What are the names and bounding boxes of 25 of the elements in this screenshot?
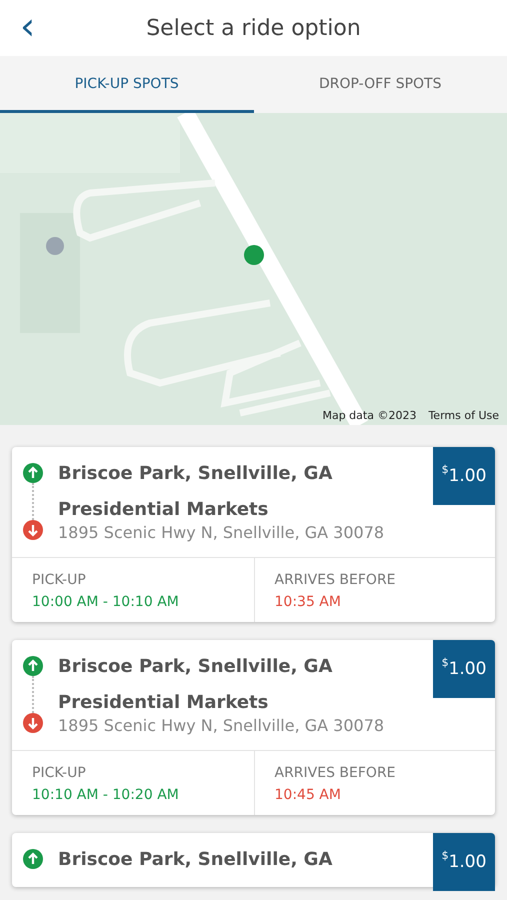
arrival-time: 10:35 AM <box>274 594 342 610</box>
pickup-time: 10:10 AM - 10:20 AM <box>32 787 180 803</box>
terms-link[interactable]: Terms of Use <box>428 409 499 422</box>
dropoff-address: 1895 Scenic Hwy N, Snellville, GA 30078 <box>58 716 386 736</box>
pickup-name: Briscoe Park, Snellville, GA <box>58 848 334 872</box>
price-badge: $1.00 <box>433 833 495 891</box>
map-attribution: Map data ©2023 <box>322 409 416 422</box>
arrival-label: ARRIVES BEFORE <box>274 572 397 588</box>
page-title: Select a ride option <box>146 16 361 40</box>
ride-card[interactable]: Briscoe Park, Snellville, GA Presidential Markets 1895 Scenic Hwy N, Snellville, GA 30078 $1.00 PICK-UP 10:00 AM - 10:10 AM ARRIVES BEFORE 10:35 AM <box>12 447 495 622</box>
dropoff-name: Presidential Markets <box>58 691 270 715</box>
back-button[interactable]: ‹ <box>14 8 42 44</box>
dropoff-name: Presidential Markets <box>58 498 270 522</box>
pickup-label: PICK-UP <box>32 572 87 588</box>
tab[interactable]: DROP-OFF SPOTS <box>254 56 507 113</box>
price-badge: $1.00 <box>433 447 495 505</box>
pickup-name: Briscoe Park, Snellville, GA <box>58 655 334 679</box>
pickup-time: 10:00 AM - 10:10 AM <box>32 594 180 610</box>
ride-card[interactable]: Briscoe Park, Snellville, GA Presidential Markets 1895 Scenic Hwy N, Snellville, GA 30078 $1.00 PICK-UP 10:10 AM - 10:20 AM ARRIVES BEFORE 10:45 AM <box>12 640 495 815</box>
pickup-name: Briscoe Park, Snellville, GA <box>58 462 334 486</box>
dropoff-address: 1895 Scenic Hwy N, Snellville, GA 30078 <box>58 523 386 543</box>
arrival-label: ARRIVES BEFORE <box>274 765 397 781</box>
arrival-time: 10:45 AM <box>274 787 342 803</box>
price-badge: $1.00 <box>433 640 495 698</box>
pickup-label: PICK-UP <box>32 765 87 781</box>
